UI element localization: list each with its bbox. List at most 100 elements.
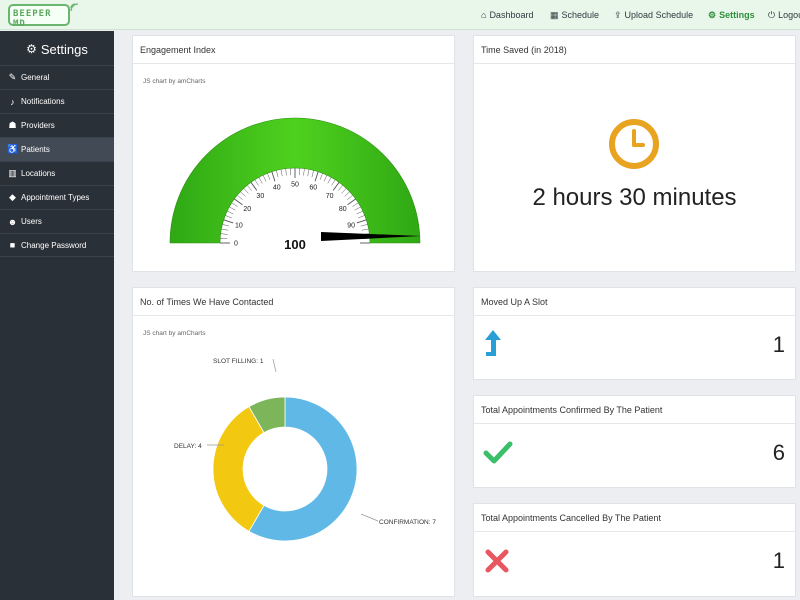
- gauge-tick: [361, 228, 369, 231]
- brand-logo[interactable]: BEEPER MD: [8, 4, 70, 29]
- calendar-icon: ▦: [550, 9, 559, 20]
- gauge-tick: [258, 177, 263, 184]
- gauge-tick: [354, 206, 361, 211]
- gauge-tick-label: 70: [326, 193, 334, 200]
- gauge-tick-label: 80: [339, 206, 347, 213]
- gauge-tick: [347, 198, 356, 206]
- sidebar-title-label: Settings: [40, 41, 88, 57]
- sidebar-item-appointment-types[interactable]: ◆ Appointment Types: [0, 185, 114, 209]
- sidebar-item-notifications[interactable]: ♪ Notifications: [0, 89, 114, 113]
- nav-logout-label: Logout: [778, 10, 800, 20]
- sidebar-item-label: Patients: [21, 145, 50, 154]
- nav-schedule-label: Schedule: [561, 10, 600, 20]
- gauge-tick-label: 20: [243, 206, 251, 213]
- nav-settings-label: Settings: [719, 10, 755, 20]
- gauge-tick: [221, 228, 229, 231]
- gauge-tick: [341, 188, 347, 194]
- gauge-tick: [247, 185, 252, 191]
- bell-icon: ♪: [10, 96, 15, 107]
- gauge-tick: [267, 173, 271, 180]
- wheelchair-icon: ♿: [7, 144, 19, 154]
- signal-icon: [70, 3, 79, 12]
- nav-logout[interactable]: ⏻ Logout: [768, 0, 800, 30]
- panel-title: Time Saved (in 2018): [474, 36, 795, 64]
- home-icon: ⌂: [481, 10, 487, 20]
- sidebar-item-general[interactable]: ✎ General: [0, 65, 114, 89]
- panel-title: Total Appointments Cancelled By The Pati…: [474, 504, 795, 532]
- gauge-tick-label: 40: [273, 184, 281, 191]
- gauge-tick: [347, 195, 353, 200]
- gauge-tick-label: 60: [309, 184, 317, 191]
- arrow-up-icon: [485, 330, 501, 356]
- cross-icon: [485, 549, 509, 573]
- top-navbar: BEEPER MD ⌂ Dashboard ▦ Schedule ⇪ Uploa…: [0, 0, 800, 30]
- nav-settings[interactable]: ⚙ Settings: [708, 0, 755, 30]
- time-saved-value: 2 hours 30 minutes: [532, 184, 737, 211]
- gauge-tick: [243, 188, 249, 194]
- sidebar-item-providers[interactable]: ☗ Providers: [0, 113, 114, 137]
- sidebar-item-locations[interactable]: ▥ Locations: [0, 161, 114, 185]
- gauge-tick: [323, 175, 328, 182]
- gauge-tick: [352, 202, 359, 207]
- gauge-tick-label: 0: [234, 241, 238, 248]
- gauge-tick: [358, 215, 365, 219]
- sidebar-item-label: Providers: [21, 121, 55, 130]
- confirmed-value: 6: [772, 440, 785, 465]
- gauge-tick: [222, 224, 230, 227]
- gauge-tick: [338, 185, 343, 191]
- lock-icon: ■: [9, 240, 16, 250]
- logo-text: BEEPER MD: [13, 9, 52, 29]
- sidebar-item-users[interactable]: ☻ Users: [0, 209, 114, 233]
- slice-label-slot-filling: SLOT FILLING: 1: [213, 358, 264, 365]
- donut-slice-delay[interactable]: [212, 406, 265, 532]
- confirmed-panel: Total Appointments Confirmed By The Pati…: [473, 395, 796, 488]
- gauge-tick: [262, 175, 267, 182]
- engagement-index-panel: Engagement Index JS chart by amCharts 01…: [132, 35, 455, 272]
- gauge-tick: [331, 179, 336, 186]
- moved-up-value: 1: [772, 332, 785, 357]
- sidebar-item-patients[interactable]: ♿ Patients: [0, 137, 114, 161]
- gauge-tick: [314, 171, 319, 182]
- gauge-tick: [356, 210, 363, 215]
- sidebar-item-label: General: [21, 73, 50, 82]
- slice-label-delay: DELAY: 4: [174, 443, 202, 450]
- panel-title: No. of Times We Have Contacted: [133, 288, 454, 316]
- gauge-tick-label: 90: [347, 222, 355, 229]
- cancelled-panel: Total Appointments Cancelled By The Pati…: [473, 503, 796, 597]
- sidebar-item-label: Locations: [21, 169, 56, 178]
- sidebar-item-change-password[interactable]: ■ Change Password: [0, 233, 114, 257]
- sidebar-item-label: Appointment Types: [21, 193, 90, 202]
- nav-schedule[interactable]: ▦ Schedule: [550, 0, 599, 30]
- gears-icon: ⚙: [708, 9, 717, 20]
- clock-icon: [609, 119, 659, 169]
- sidebar-title: ⚙ Settings: [0, 35, 114, 63]
- wrench-icon: ✎: [8, 72, 17, 82]
- contacted-panel: No. of Times We Have Contacted JS chart …: [132, 287, 455, 597]
- provider-icon: ☗: [8, 120, 17, 130]
- gauge-tick: [225, 215, 232, 219]
- users-icon: ☻: [7, 216, 18, 227]
- nav-dashboard-label: Dashboard: [489, 10, 534, 20]
- gauge-tick-label: 50: [291, 182, 299, 189]
- gauge-tick: [311, 170, 314, 178]
- gauge-tick: [280, 169, 283, 177]
- gauge-tick: [227, 210, 234, 215]
- gauge-tick-label: 10: [235, 222, 243, 229]
- label-leader-slot-filling: [272, 358, 277, 373]
- panel-title: Engagement Index: [133, 36, 454, 64]
- gauge-value: 100: [284, 237, 306, 252]
- gauge-band: [169, 117, 421, 244]
- nav-dashboard[interactable]: ⌂ Dashboard: [481, 0, 533, 30]
- upload-icon: ⇪: [614, 9, 622, 20]
- gauge-tick: [276, 170, 279, 178]
- panel-title: Moved Up A Slot: [474, 288, 795, 316]
- sidebar-item-label: Notifications: [21, 97, 65, 106]
- label-leader-confirmation: [360, 513, 379, 522]
- gauge-tick: [285, 168, 287, 176]
- map-icon: ▥: [8, 168, 17, 178]
- gauge-tick: [254, 179, 259, 186]
- gauge-tick-label: 30: [256, 193, 264, 200]
- time-saved-panel: Time Saved (in 2018) 2 hours 30 minutes: [473, 35, 796, 272]
- nav-upload-schedule[interactable]: ⇪ Upload Schedule: [614, 0, 693, 30]
- cancelled-value: 1: [772, 548, 785, 573]
